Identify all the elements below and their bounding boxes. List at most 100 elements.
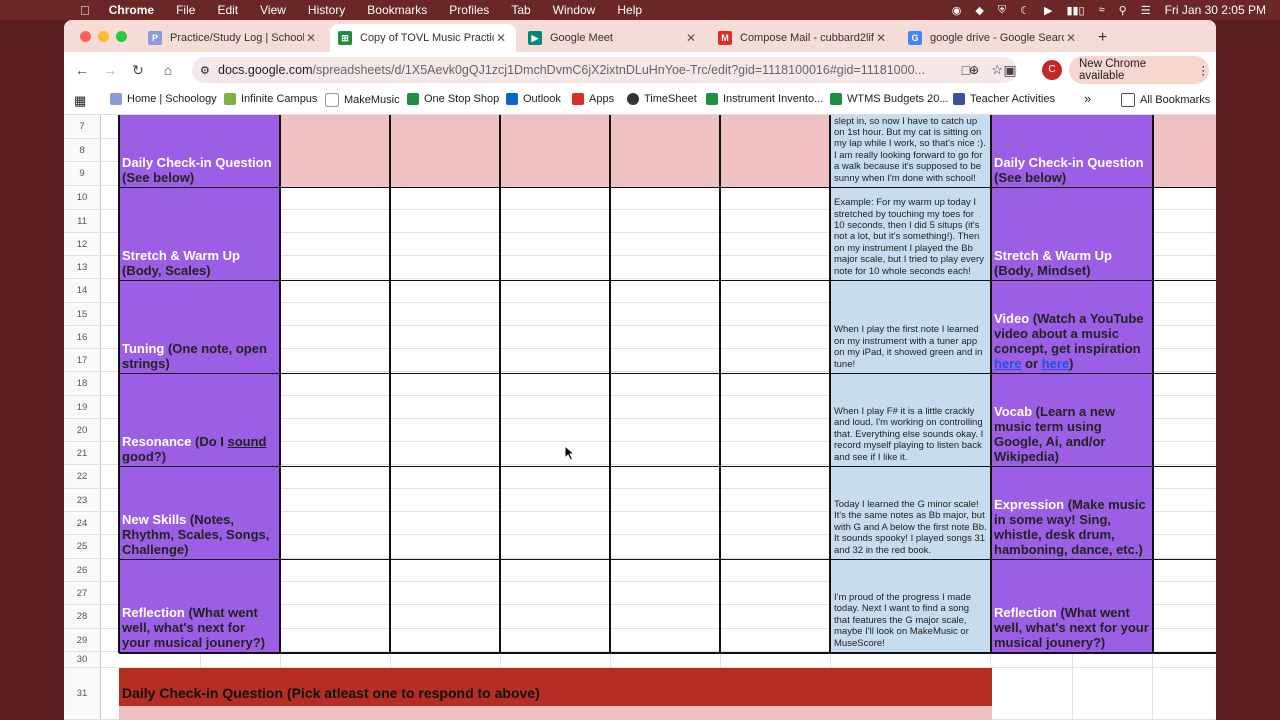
- label-tuning[interactable]: Tuning (One note, open strings): [119, 281, 279, 373]
- row-header-11[interactable]: 11: [64, 210, 100, 233]
- back-arrow-icon[interactable]: ←: [72, 60, 92, 80]
- bookmark-timesheet[interactable]: TimeSheet: [627, 93, 697, 105]
- example-new-skills[interactable]: Today I learned the G minor scale! It's …: [831, 467, 990, 559]
- apple-icon[interactable]: : [0, 3, 98, 18]
- more-menu-icon[interactable]: ⋮: [1198, 63, 1210, 77]
- checkin-questions-row[interactable]: [119, 706, 992, 720]
- new-chrome-available-button[interactable]: New Chrome available ⋮: [1069, 56, 1209, 84]
- menu-tab[interactable]: Tab: [500, 3, 541, 17]
- tab-search-icon[interactable]: ▣: [1000, 60, 1020, 80]
- search-icon[interactable]: ⚲: [1119, 4, 1127, 17]
- label-expression[interactable]: Expression (Make music in some way! Sing…: [991, 467, 1152, 559]
- menu-app-name[interactable]: Chrome: [98, 3, 165, 17]
- menu-profiles[interactable]: Profiles: [438, 3, 500, 17]
- play-icon[interactable]: ▶: [1044, 4, 1052, 17]
- label-reflection-right[interactable]: Reflection (What went well, what's next …: [991, 560, 1152, 652]
- address-bar[interactable]: ⚙ docs.google.com/spreadsheets/d/1X5Aevk…: [192, 57, 1017, 83]
- checkin-cell-day4[interactable]: [610, 115, 719, 187]
- row-header-20[interactable]: 20: [64, 419, 100, 442]
- site-info-icon[interactable]: ⚙: [200, 64, 210, 77]
- menu-help[interactable]: Help: [606, 3, 653, 17]
- bookmark-makemusic[interactable]: MakeMusic: [325, 93, 400, 107]
- row-header-21[interactable]: 21: [64, 442, 100, 465]
- row-header-18[interactable]: 18: [64, 372, 100, 396]
- zoom-window-button[interactable]: [116, 31, 127, 42]
- row-header-10[interactable]: 10: [64, 186, 100, 210]
- label-daily-checkin-right[interactable]: Daily Check-in Question (See below): [991, 115, 1152, 187]
- spreadsheet-grid[interactable]: 7 8 9 10 11 12 13 14 15 16 17 18 19 20 21 22 23 24 25 26 27 2…: [64, 115, 1216, 720]
- label-daily-checkin-left[interactable]: Daily Check-in Question (See below): [119, 115, 279, 187]
- row-header-7[interactable]: 7: [64, 115, 100, 139]
- menu-edit[interactable]: Edit: [206, 3, 249, 17]
- checkin-cell-day2[interactable]: [390, 115, 499, 187]
- row-header-14[interactable]: 14: [64, 279, 100, 303]
- row-header-8[interactable]: 8: [64, 139, 100, 162]
- bookmark-apps[interactable]: Apps: [572, 93, 614, 105]
- example-resonance[interactable]: When I play F# it is a little crackly an…: [831, 374, 990, 466]
- record-icon[interactable]: ◉: [952, 4, 962, 17]
- battery-icon[interactable]: ▮▮▯: [1066, 4, 1084, 17]
- bookmark-infinite-campus[interactable]: Infinite Campus: [224, 93, 317, 105]
- row-header-24[interactable]: 24: [64, 512, 100, 535]
- tab-compose-mail[interactable]: M Compose Mail - cubbard2life ✕: [710, 24, 896, 52]
- checkin-cell-day5[interactable]: [720, 115, 829, 187]
- close-window-button[interactable]: [80, 31, 91, 42]
- bookmarks-overflow-icon[interactable]: »: [1084, 91, 1091, 106]
- example-tuning[interactable]: When I play the first note I learned on …: [831, 281, 990, 373]
- example-warmup[interactable]: Example: For my warm up today I stretche…: [831, 188, 990, 280]
- daily-checkin-question-heading[interactable]: Daily Check-in Question (Pick atleast on…: [119, 668, 992, 706]
- row-header-26[interactable]: 26: [64, 559, 100, 582]
- video-link-1[interactable]: here: [994, 356, 1021, 371]
- row-header-31[interactable]: 31: [64, 668, 100, 720]
- example-reflection[interactable]: I'm proud of the progress I made today. …: [831, 560, 990, 652]
- bookmark-instrument-inventory[interactable]: Instrument Invento...: [706, 93, 823, 105]
- close-tab-icon[interactable]: ✕: [1064, 31, 1078, 45]
- tab-schoology[interactable]: P Practice/Study Log | Schoology ✕: [140, 24, 326, 52]
- checkin-cell-day1[interactable]: [280, 115, 389, 187]
- minimize-window-button[interactable]: [98, 31, 109, 42]
- label-vocab[interactable]: Vocab (Learn a new music term using Goog…: [991, 374, 1152, 466]
- row-header-25[interactable]: 25: [64, 535, 100, 559]
- menu-history[interactable]: History: [297, 3, 356, 17]
- label-new-skills[interactable]: New Skills (Notes, Rhythm, Scales, Songs…: [119, 467, 279, 559]
- row-header-12[interactable]: 12: [64, 233, 100, 256]
- row-header-19[interactable]: 19: [64, 396, 100, 419]
- close-tab-icon[interactable]: ✕: [684, 31, 698, 45]
- label-reflection-left[interactable]: Reflection (What went well, what's next …: [119, 560, 279, 652]
- bookmark-wtms-budgets[interactable]: WTMS Budgets 20...: [830, 93, 948, 105]
- label-stretch-warmup-left[interactable]: Stretch & Warm Up (Body, Scales): [119, 188, 279, 280]
- shield-icon[interactable]: ⛨: [998, 4, 1006, 17]
- new-tab-button[interactable]: +: [1090, 24, 1114, 52]
- close-tab-icon[interactable]: ✕: [304, 31, 318, 45]
- row-header-15[interactable]: 15: [64, 303, 100, 326]
- reload-icon[interactable]: ↻: [128, 60, 148, 80]
- tab-music-practice[interactable]: ⊞ Copy of TOVL Music Practice ✕: [330, 24, 516, 52]
- checkin-cell-day3[interactable]: [500, 115, 609, 187]
- all-bookmarks-button[interactable]: All Bookmarks: [1121, 93, 1210, 107]
- menu-window[interactable]: Window: [542, 3, 607, 17]
- row-header-9[interactable]: 9: [64, 162, 100, 186]
- close-tab-icon[interactable]: ✕: [494, 31, 508, 45]
- row-header-22[interactable]: 22: [64, 465, 100, 489]
- tab-google-meet[interactable]: ▶ Google Meet ✕: [520, 24, 706, 52]
- row-header-29[interactable]: 29: [64, 629, 100, 652]
- row-header-27[interactable]: 27: [64, 582, 100, 605]
- bookmark-teacher-activities[interactable]: Teacher Activities: [953, 93, 1055, 105]
- row-header-17[interactable]: 17: [64, 349, 100, 372]
- checkin-cell-extra[interactable]: [1153, 115, 1216, 187]
- wifi-icon[interactable]: ≈: [1099, 4, 1105, 16]
- row-header-30[interactable]: 30: [64, 652, 100, 668]
- bookmark-one-stop-shop[interactable]: One Stop Shop: [407, 93, 499, 105]
- video-link-2[interactable]: here: [1042, 356, 1069, 371]
- extensions-icon[interactable]: □: [956, 60, 976, 80]
- menu-bookmarks[interactable]: Bookmarks: [356, 3, 438, 17]
- apps-grid-icon[interactable]: ▦: [74, 93, 86, 109]
- home-icon[interactable]: ⌂: [158, 60, 178, 80]
- row-header-23[interactable]: 23: [64, 489, 100, 512]
- menu-view[interactable]: View: [249, 3, 297, 17]
- profile-avatar[interactable]: C: [1042, 60, 1062, 80]
- menu-file[interactable]: File: [165, 3, 206, 17]
- control-center-icon[interactable]: ☰: [1141, 4, 1151, 17]
- bookmark-schoology[interactable]: Home | Schoology: [110, 93, 217, 105]
- bookmark-outlook[interactable]: Outlook: [506, 93, 561, 105]
